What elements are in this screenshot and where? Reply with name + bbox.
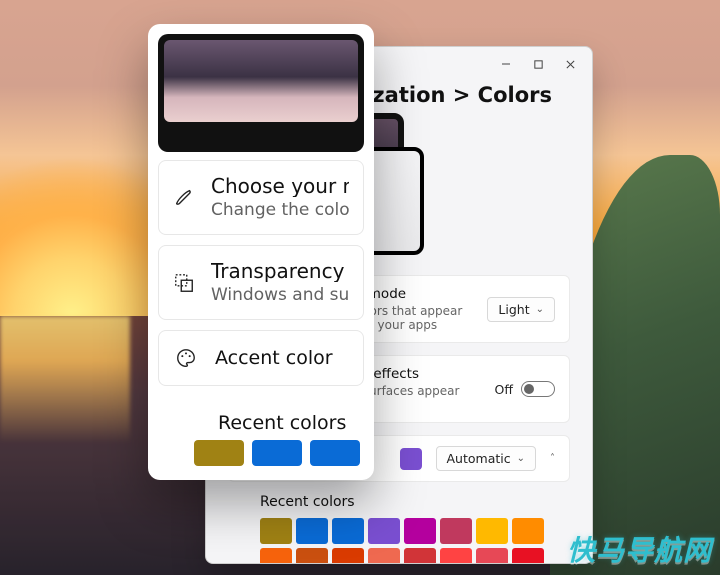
- color-swatch[interactable]: [296, 548, 328, 563]
- transparency-icon: [173, 270, 195, 296]
- current-accent-swatch: [400, 448, 422, 470]
- maximize-button[interactable]: [522, 50, 554, 78]
- color-swatch[interactable]: [476, 548, 508, 563]
- color-palette: [260, 518, 570, 563]
- color-swatch[interactable]: [476, 518, 508, 544]
- color-swatch[interactable]: [440, 548, 472, 563]
- transparency-toggle[interactable]: Off: [495, 381, 555, 397]
- recent-colors-heading: Recent colors: [260, 494, 570, 510]
- card-item-title: Transparency effects: [211, 260, 349, 282]
- color-swatch[interactable]: [512, 548, 544, 563]
- theme-preview-large: [158, 34, 364, 152]
- card-item-accent-color[interactable]: Accent color: [158, 330, 364, 386]
- color-swatch[interactable]: [260, 518, 292, 544]
- color-swatch[interactable]: [404, 518, 436, 544]
- recent-color-swatch[interactable]: [194, 440, 244, 466]
- card-recent-colors: Recent colors: [158, 396, 364, 440]
- color-swatch[interactable]: [296, 518, 328, 544]
- color-swatch[interactable]: [440, 518, 472, 544]
- card-item-sub: Windows and surfaces appear: [211, 285, 349, 305]
- card-item-sub: Change the colors that appear: [211, 200, 349, 220]
- minimize-button[interactable]: [490, 50, 522, 78]
- color-swatch[interactable]: [332, 548, 364, 563]
- color-swatch[interactable]: [512, 518, 544, 544]
- color-swatch[interactable]: [260, 548, 292, 563]
- recent-color-swatch[interactable]: [310, 440, 360, 466]
- card-item-title: Accent color: [215, 348, 333, 369]
- card-item-choose-mode[interactable]: Choose your mode Change the colors that …: [158, 160, 364, 235]
- chevron-down-icon: ⌄: [536, 304, 544, 315]
- choose-mode-value: Light: [498, 302, 529, 317]
- transparency-value: Off: [495, 382, 513, 397]
- color-swatch[interactable]: [368, 518, 400, 544]
- color-swatch[interactable]: [368, 548, 400, 563]
- brush-icon: [173, 185, 195, 211]
- colors-overview-card: Choose your mode Change the colors that …: [148, 24, 374, 480]
- color-swatch[interactable]: [404, 548, 436, 563]
- color-swatch[interactable]: [332, 518, 364, 544]
- switch-off-icon: [521, 381, 555, 397]
- recent-colors-swatches: [148, 440, 374, 480]
- chevron-down-icon: ⌄: [517, 453, 525, 464]
- chevron-up-icon[interactable]: ˄: [550, 453, 555, 464]
- card-item-title: Choose your mode: [211, 175, 349, 197]
- watermark-text: 快马导航网: [567, 529, 712, 569]
- recent-color-swatch[interactable]: [252, 440, 302, 466]
- accent-color-select[interactable]: Automatic ⌄: [436, 446, 537, 471]
- card-item-transparency[interactable]: Transparency effects Windows and surface…: [158, 245, 364, 320]
- palette-icon: [173, 345, 199, 371]
- accent-color-value: Automatic: [447, 451, 511, 466]
- choose-mode-select[interactable]: Light ⌄: [487, 297, 555, 322]
- close-button[interactable]: [554, 50, 586, 78]
- recent-colors-label: Recent colors: [214, 412, 346, 434]
